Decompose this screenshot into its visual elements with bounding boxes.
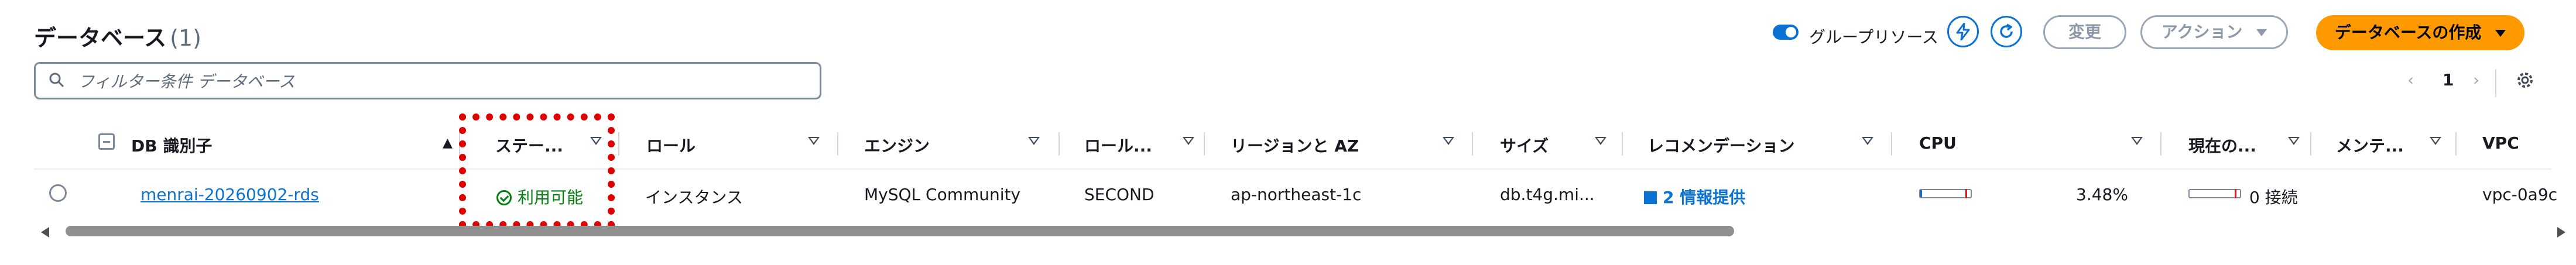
col-size[interactable]: サイズ	[1500, 133, 1549, 157]
info-square-icon	[1644, 191, 1657, 204]
filter-icon[interactable]	[1183, 137, 1194, 145]
cpu-bar	[1919, 189, 1972, 198]
refresh-lightning-button[interactable]	[1947, 16, 1979, 47]
filter-icon[interactable]	[2131, 137, 2143, 145]
role-cell: インスタンス	[645, 188, 743, 207]
col-divider	[1891, 132, 1892, 156]
header-divider	[34, 168, 2551, 170]
scroll-right-icon[interactable]	[2557, 227, 2565, 238]
vpc-cell: vpc-0a9c	[2482, 185, 2558, 204]
toggle-knob	[1786, 27, 1796, 37]
col-db-identifier[interactable]: DB 識別子	[131, 133, 212, 157]
col-divider	[1204, 132, 1205, 156]
search-input[interactable]	[77, 70, 805, 93]
connections-value: 0 接続	[2249, 188, 2298, 207]
col-cpu[interactable]: CPU	[1919, 133, 1957, 153]
col-region-az[interactable]: リージョンと AZ	[1231, 133, 1359, 157]
connections-bar-threshold	[2235, 189, 2236, 198]
engine-cell: MySQL Community	[864, 185, 1021, 204]
title-text: データベース	[34, 25, 167, 51]
group-resources-label: グループリソース	[1809, 27, 1938, 47]
databases-panel: データベース(1) グループリソース 変更 アクション データベースの作成 ‹ …	[0, 0, 2576, 265]
prev-page-button[interactable]: ‹	[2407, 70, 2414, 90]
refresh-icon	[2000, 23, 2013, 38]
status-highlight-annotation	[459, 113, 615, 228]
filter-icon[interactable]	[1443, 137, 1454, 145]
filter-icon[interactable]	[2288, 137, 2300, 145]
col-current-activity[interactable]: 現在の...	[2188, 133, 2256, 157]
region-az-cell: ap-northeast-1c	[1231, 185, 1362, 204]
cpu-value: 3.48%	[2076, 185, 2128, 204]
page-title: データベース (1)	[34, 20, 201, 52]
connections-bar	[2188, 189, 2241, 198]
caret-down-icon	[2256, 29, 2267, 36]
create-label: データベースの作成	[2334, 23, 2482, 42]
filter-icon[interactable]	[1028, 137, 1040, 145]
filter-icon[interactable]	[808, 137, 820, 145]
col-vpc[interactable]: VPC	[2482, 133, 2519, 153]
next-page-button[interactable]: ›	[2473, 70, 2479, 90]
col-divider	[2310, 132, 2311, 156]
col-divider	[2455, 132, 2457, 156]
col-divider	[1622, 132, 1623, 156]
col-divider	[1059, 132, 1060, 156]
filter-icon[interactable]	[1595, 137, 1606, 145]
resource-count: (1)	[170, 25, 201, 51]
search-icon	[49, 73, 64, 88]
sort-ascending-icon[interactable]: ▲	[443, 136, 453, 150]
size-cell: db.t4g.mi...	[1500, 185, 1595, 204]
col-engine[interactable]: エンジン	[864, 133, 930, 157]
role-type-cell: SECOND	[1084, 185, 1155, 204]
col-divider	[2160, 132, 2161, 156]
pager-divider	[2495, 69, 2496, 97]
settings-button[interactable]	[2515, 70, 2535, 92]
recommendation-text: 2 情報提供	[1663, 188, 1746, 207]
caret-down-icon	[2495, 30, 2506, 37]
scroll-left-icon[interactable]	[41, 227, 49, 238]
gear-icon	[2517, 73, 2533, 88]
search-box[interactable]	[34, 62, 821, 99]
filter-icon[interactable]	[2430, 137, 2441, 145]
col-role-type[interactable]: ロール...	[1084, 133, 1152, 157]
lightning-icon	[1956, 22, 1970, 41]
group-resources-toggle[interactable]	[1773, 25, 1799, 40]
col-maintenance[interactable]: メンテ...	[2336, 133, 2404, 157]
db-identifier-link[interactable]: menrai-20260902-rds	[141, 185, 319, 204]
refresh-button[interactable]	[1991, 16, 2022, 47]
select-all-checkbox[interactable]	[98, 133, 115, 150]
col-recommendations[interactable]: レコメンデーション	[1647, 133, 1794, 157]
col-divider	[837, 132, 838, 156]
col-divider	[1472, 132, 1473, 156]
page-number[interactable]: 1	[2443, 70, 2454, 90]
cpu-bar-fill	[1920, 190, 1923, 197]
scrollbar-thumb[interactable]	[66, 226, 1734, 236]
row-select-radio[interactable]	[49, 184, 67, 202]
actions-button[interactable]: アクション	[2140, 15, 2288, 49]
actions-label: アクション	[2161, 22, 2243, 42]
recommendation-link[interactable]: 2 情報提供	[1644, 185, 1745, 208]
col-role[interactable]: ロール	[646, 133, 696, 157]
create-database-button[interactable]: データベースの作成	[2316, 15, 2524, 50]
modify-button[interactable]: 変更	[2043, 15, 2126, 49]
filter-icon[interactable]	[1862, 137, 1873, 145]
col-divider	[618, 132, 619, 156]
cpu-bar-threshold	[1965, 189, 1967, 198]
